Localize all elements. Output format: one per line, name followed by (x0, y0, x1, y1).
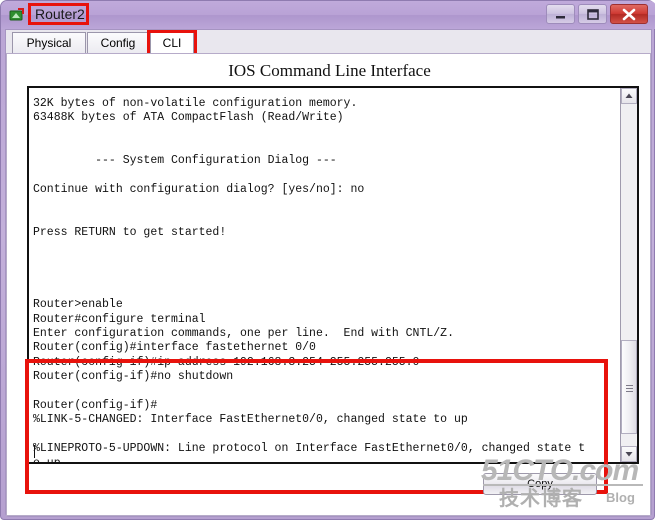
router-device-icon (9, 7, 25, 23)
tab-config[interactable]: Config (87, 32, 149, 54)
window-titlebar[interactable]: Router2 (1, 1, 655, 29)
maximize-button[interactable] (578, 4, 607, 24)
minimize-button[interactable] (546, 4, 575, 24)
tab-physical[interactable]: Physical (12, 32, 86, 54)
tab-strip: Physical Config CLI (6, 30, 651, 57)
terminal-text: 32K bytes of non-volatile configuration … (33, 96, 586, 464)
terminal-scrollbar[interactable] (620, 88, 637, 462)
scrollbar-thumb[interactable] (621, 340, 637, 434)
tab-cli[interactable]: CLI (150, 32, 194, 54)
cli-panel: IOS Command Line Interface 32K bytes of … (6, 53, 651, 516)
window-title: Router2 (35, 6, 85, 22)
terminal-output-area[interactable]: 32K bytes of non-volatile configuration … (27, 86, 639, 464)
window-title-wrap: Router2 (31, 4, 89, 25)
scroll-down-arrow-icon[interactable] (621, 446, 637, 462)
terminal-caret (34, 445, 35, 458)
router-device-window: Router2 Physical Config CLI IOS Command … (0, 0, 655, 520)
page-title: IOS Command Line Interface (228, 61, 431, 80)
copy-button[interactable]: Copy (483, 473, 597, 495)
scroll-up-arrow-icon[interactable] (621, 88, 637, 104)
close-button[interactable] (610, 4, 648, 24)
